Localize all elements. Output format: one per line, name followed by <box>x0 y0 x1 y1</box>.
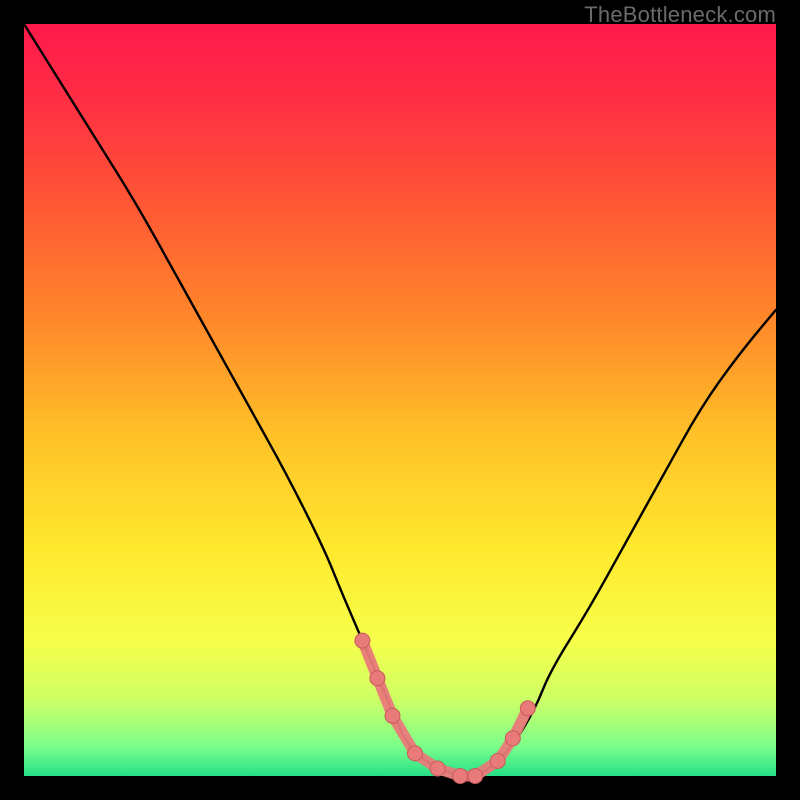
marker-dot <box>468 769 483 784</box>
marker-dot <box>505 731 520 746</box>
marker-dot <box>385 708 400 723</box>
plot-area <box>24 24 776 776</box>
marker-dot <box>490 754 505 769</box>
marker-dot <box>355 633 370 648</box>
chart-frame: TheBottleneck.com <box>0 0 800 800</box>
marker-dot <box>430 761 445 776</box>
curve-path <box>24 24 776 776</box>
marker-dot <box>453 769 468 784</box>
marker-dot <box>520 701 535 716</box>
marker-dot <box>408 746 423 761</box>
bottleneck-curve <box>24 24 776 776</box>
marker-dot <box>370 671 385 686</box>
watermark-text: TheBottleneck.com <box>584 2 776 28</box>
